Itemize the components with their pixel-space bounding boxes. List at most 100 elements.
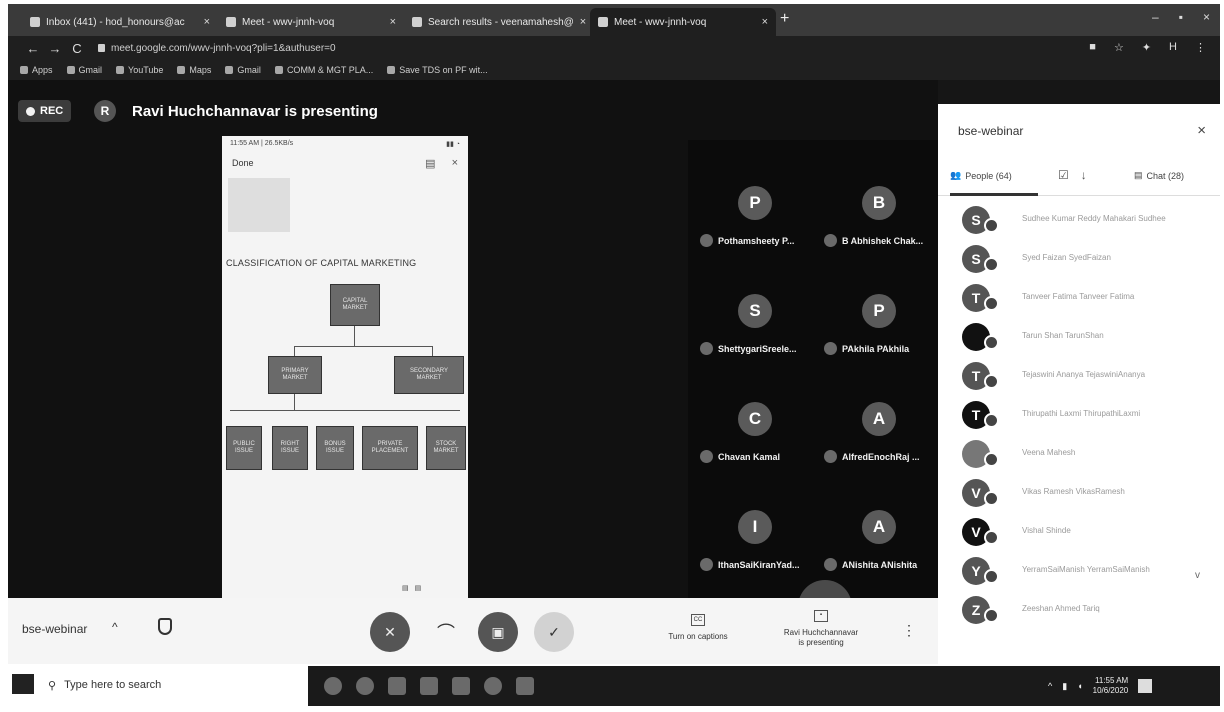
diagram-node-level2: PRIVATE PLACEMENT [362, 426, 418, 470]
mic-off-icon [984, 257, 999, 272]
phone-bottom-icons: ▤ ▤ [402, 584, 421, 592]
participant-name: B Abhishek Chak... [842, 235, 924, 246]
bookmark-youtube[interactable]: YouTube [116, 65, 163, 75]
list-item[interactable]: S Sudhee Kumar Reddy Mahakari Sudhee [938, 204, 1220, 243]
participant-tile[interactable]: S ShettygariSreele... [694, 274, 816, 382]
person-name: Veena Mahesh [1022, 448, 1076, 457]
forward-arrow-icon[interactable]: → [44, 41, 66, 56]
list-item[interactable]: Y YerramSaiManish YerramSaiManish [938, 555, 1220, 594]
presenting-button[interactable]: ▪ Ravi Huchchannavar is presenting [766, 610, 876, 649]
bookmark-label: COMM & MGT PLA... [286, 65, 374, 75]
close-icon[interactable]: × [1197, 122, 1206, 139]
panel-title: bse-webinar [958, 124, 1024, 138]
tab-people-label: People (64) [965, 170, 1012, 181]
file-explorer-icon[interactable] [388, 677, 406, 695]
browser-tab-search[interactable]: Search results - veenamahesh@ × [404, 8, 590, 36]
reload-icon[interactable]: C [66, 41, 88, 56]
phone-nav-icon: ▤ [414, 585, 422, 592]
list-item[interactable]: T Thirupathi Laxmi ThirupathiLaxmi [938, 399, 1220, 438]
participant-tile[interactable]: P PAkhila PAkhila [818, 274, 940, 382]
address-bar-icons: ■ ☆ ✦ H ⋮ [1089, 41, 1206, 54]
chevron-up-icon[interactable]: ^ [112, 620, 118, 634]
extensions-icon[interactable]: ✦ [1142, 41, 1151, 54]
participant-tile[interactable]: C Chavan Kamal [694, 382, 816, 490]
participant-avatar: A [862, 510, 896, 544]
bookmark-apps[interactable]: Apps [20, 65, 53, 75]
participant-tile[interactable]: B B Abhishek Chak... [818, 166, 940, 274]
maximize-icon[interactable]: ▪ [1179, 10, 1183, 24]
diagram-title: CLASSIFICATION OF CAPITAL MARKETING [226, 258, 417, 268]
list-item[interactable]: T Tejaswini Ananya TejaswiniAnanya [938, 360, 1220, 399]
notification-icon[interactable] [1138, 679, 1153, 693]
profile-avatar[interactable]: H [1169, 41, 1177, 54]
bookmark-save-tds[interactable]: Save TDS on PF wit... [387, 65, 488, 75]
participant-tile[interactable]: A AlfredEnochRaj ... [818, 382, 940, 490]
edge-browser-icon[interactable] [356, 677, 374, 695]
volume-icon[interactable]: ◖ [1077, 681, 1082, 691]
meeting-name[interactable]: bse-webinar [22, 622, 87, 636]
list-item[interactable]: Z Zeeshan Ahmed Tariq [938, 594, 1220, 633]
mic-off-icon [984, 530, 999, 545]
close-window-icon[interactable]: × [1203, 10, 1210, 24]
chevron-down-icon[interactable]: v [1195, 570, 1200, 581]
close-tab-icon[interactable]: × [390, 16, 396, 28]
phone-status-bar: 11:55 AM | 26.5KB/s ▮▮ ◔ [222, 136, 468, 152]
close-tab-icon[interactable]: × [204, 16, 210, 28]
mic-off-icon [984, 452, 999, 467]
bookmark-label: Gmail [78, 65, 103, 75]
whatsapp-icon[interactable] [484, 677, 502, 695]
camera-toggle-button[interactable]: ▣ [478, 612, 518, 652]
bookmark-maps[interactable]: Maps [177, 65, 211, 75]
mic-off-icon [824, 234, 837, 247]
browser-tab-meet[interactable]: Meet - wwv-jnnh-voq × [218, 8, 404, 36]
back-arrow-icon[interactable]: ← [22, 41, 44, 56]
participant-name: ANishita ANishita [842, 559, 918, 570]
microphone-toggle-button[interactable]: ✕ [370, 612, 410, 652]
bookmark-gmail-2[interactable]: Gmail [225, 65, 261, 75]
tab-title: Meet - wwv-jnnh-voq [242, 16, 335, 28]
checkbox-icon[interactable]: ☑ [1058, 168, 1069, 182]
new-tab-button[interactable]: + [780, 10, 789, 28]
leave-call-button[interactable]: ⌒ [426, 612, 466, 652]
list-item[interactable]: Tarun Shan TarunShan [938, 321, 1220, 360]
tab-people[interactable]: 👥 People (64) [950, 170, 1012, 181]
kebab-menu-icon[interactable]: ⋮ [1195, 41, 1206, 54]
minimize-icon[interactable]: – [1152, 10, 1159, 24]
list-item[interactable]: V Vishal Shinde [938, 516, 1220, 555]
gmail-icon [66, 66, 75, 74]
arrow-down-icon[interactable]: ↓ [1081, 168, 1087, 182]
url-field[interactable]: meet.google.com/wwv-jnnh-voq?pli=1&authu… [98, 43, 336, 54]
taskbar-clock[interactable]: 11:55 AM 10/6/2020 [1093, 676, 1129, 695]
chrome-icon[interactable] [420, 677, 438, 695]
close-tab-icon[interactable]: × [762, 16, 768, 28]
taskbar-search-input[interactable]: ⚲ Type here to search [38, 668, 308, 702]
bookmark-star-icon[interactable]: ☆ [1114, 41, 1124, 54]
checkmark-button[interactable]: ✓ [534, 612, 574, 652]
store-icon[interactable] [452, 677, 470, 695]
tab-chat[interactable]: ▤ Chat (28) [1134, 170, 1184, 181]
list-item[interactable]: V Vikas Ramesh VikasRamesh [938, 477, 1220, 516]
diagram-node-level2: PUBLIC ISSUE [226, 426, 262, 470]
windows-start-icon[interactable] [12, 674, 34, 694]
shield-icon[interactable] [158, 618, 172, 635]
network-icon[interactable]: ▮ [1062, 681, 1067, 692]
browser-tab-inbox[interactable]: Inbox (441) - hod_honours@ac × [22, 8, 218, 36]
app-icon[interactable] [516, 677, 534, 695]
tray-chevron-icon[interactable]: ^ [1048, 681, 1052, 691]
close-tab-icon[interactable]: × [580, 16, 586, 28]
gmail-favicon-icon [30, 17, 40, 27]
captions-button[interactable]: CC Turn on captions [652, 614, 744, 641]
task-view-icon[interactable] [324, 677, 342, 695]
list-item[interactable]: T Tanveer Fatima Tanveer Fatima [938, 282, 1220, 321]
list-item[interactable]: Veena Mahesh [938, 438, 1220, 477]
more-options-icon[interactable]: ⋮ [902, 622, 916, 639]
participant-tile[interactable]: I IthanSaiKiranYad... [694, 490, 816, 598]
list-item[interactable]: S Syed Faizan SyedFaizan [938, 243, 1220, 282]
diagram-node-level1: PRIMARY MARKET [268, 356, 322, 394]
camera-permission-icon[interactable]: ■ [1089, 41, 1096, 54]
browser-tab-meet-2[interactable]: Meet - wwv-jnnh-voq × [590, 8, 776, 36]
bookmark-gmail[interactable]: Gmail [66, 65, 103, 75]
bookmarks-bar: Apps Gmail YouTube Maps Gmail COMM & MGT… [8, 60, 1220, 80]
bookmark-comm-mgt[interactable]: COMM & MGT PLA... [274, 65, 374, 75]
participant-tile[interactable]: P Pothamsheety P... [694, 166, 816, 274]
